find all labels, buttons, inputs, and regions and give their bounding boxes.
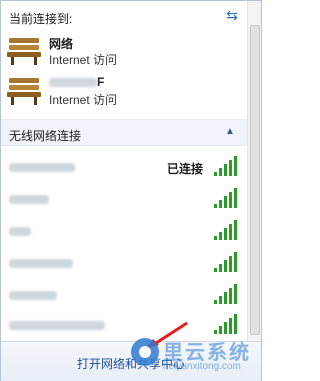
annotation-arrow-icon xyxy=(145,321,188,349)
wifi-network-row[interactable] xyxy=(1,311,247,339)
network-flyout: 当前连接到: ⇆ 网络 Internet 访问 F Internet 访问 无线… xyxy=(0,0,262,381)
connection-access: Internet 访问 xyxy=(49,93,118,107)
redacted-text xyxy=(49,78,97,88)
ssid-redacted xyxy=(9,321,105,330)
connection-item-2[interactable]: F Internet 访问 xyxy=(7,71,243,111)
ssid-redacted xyxy=(9,227,31,236)
chevron-up-icon[interactable]: ▲ xyxy=(225,126,235,137)
wifi-network-row[interactable] xyxy=(1,185,247,213)
wifi-network-row[interactable] xyxy=(1,281,247,309)
open-network-center-link[interactable]: 打开网络和共享中心 xyxy=(77,355,185,372)
network-list-area: 当前连接到: ⇆ 网络 Internet 访问 F Internet 访问 无线… xyxy=(1,1,247,341)
wireless-section-title: 无线网络连接 xyxy=(9,129,82,143)
current-connection-heading: 当前连接到: xyxy=(9,12,73,26)
connection-name: F xyxy=(49,75,104,89)
flyout-footer: 打开网络和共享中心 xyxy=(1,341,261,381)
wifi-signal-icon xyxy=(214,156,237,176)
connection-name-suffix: F xyxy=(97,75,105,89)
ssid-redacted xyxy=(9,259,73,268)
wifi-signal-icon xyxy=(214,220,237,240)
refresh-icon[interactable]: ⇆ xyxy=(223,7,241,23)
wifi-signal-icon xyxy=(214,188,237,208)
connection-status: 已连接 xyxy=(167,162,204,176)
wifi-network-row[interactable] xyxy=(1,217,247,245)
bench-icon xyxy=(7,38,41,65)
wifi-network-row[interactable]: 已连接 xyxy=(1,153,247,181)
connection-name: 网络 xyxy=(49,37,74,51)
connection-access: Internet 访问 xyxy=(49,53,118,67)
wifi-network-row[interactable] xyxy=(1,249,247,277)
vertical-scrollbar[interactable] xyxy=(247,1,261,341)
bench-icon xyxy=(7,78,41,105)
wifi-signal-icon xyxy=(214,284,237,304)
ssid-redacted xyxy=(9,291,57,300)
wifi-signal-icon xyxy=(214,314,237,334)
connection-item-1[interactable]: 网络 Internet 访问 xyxy=(7,31,243,71)
wireless-section-header[interactable]: 无线网络连接 ▲ xyxy=(1,120,247,146)
scrollbar-thumb[interactable] xyxy=(250,25,260,335)
ssid-redacted xyxy=(9,163,75,172)
ssid-redacted xyxy=(9,195,49,204)
wifi-signal-icon xyxy=(214,252,237,272)
